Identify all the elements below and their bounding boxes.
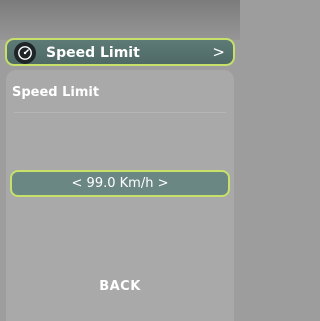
panel-title: Speed Limit [12, 85, 100, 100]
chevron-right-icon: > [212, 43, 225, 61]
speed-value-selector[interactable]: < 99.0 Km/h > [10, 170, 230, 197]
back-button[interactable]: BACK [80, 274, 160, 298]
divider [14, 112, 226, 113]
speedometer-icon [14, 42, 36, 64]
speed-limit-header-button[interactable]: Speed Limit > [5, 38, 235, 66]
header-label: Speed Limit [46, 45, 140, 61]
top-background [0, 0, 240, 40]
